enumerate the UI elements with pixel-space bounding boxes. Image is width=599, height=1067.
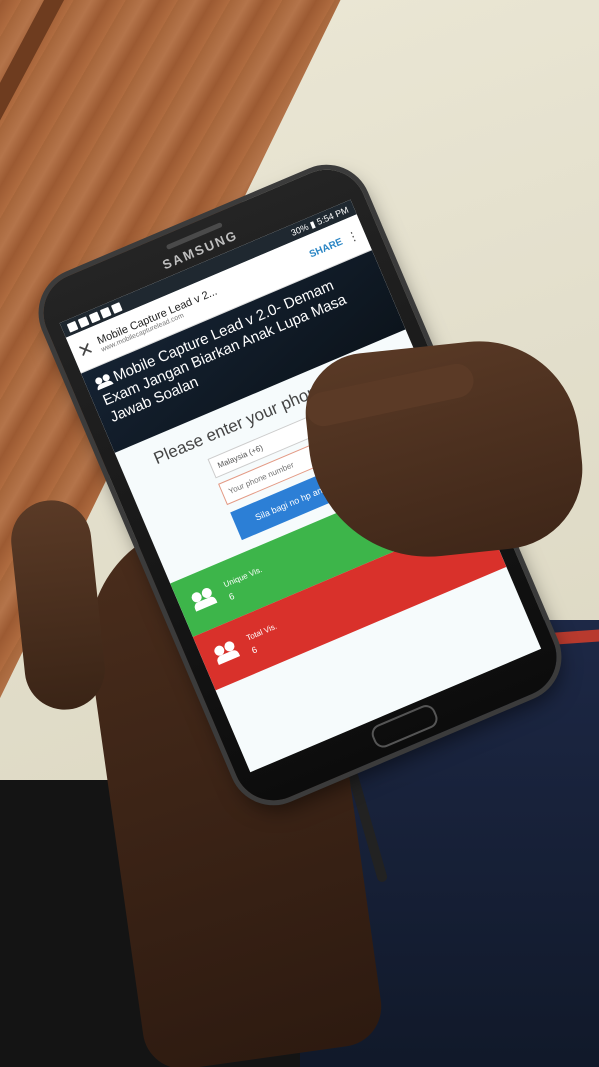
notification-icon [110, 301, 123, 314]
users-icon [213, 638, 245, 669]
notification-icon [77, 315, 90, 328]
users-icon [190, 584, 222, 615]
unique-visitors-text: Unique Vis. 6 [222, 565, 269, 602]
photo-scene: SAMSUNG 30% ▮ 5:54 PM ✕ Mobile Capture L… [0, 0, 599, 1067]
notification-icon [99, 306, 112, 319]
more-options-icon[interactable]: ⋮ [345, 228, 362, 246]
total-visitors-text: Total Vis. 6 [245, 621, 284, 655]
users-icon [94, 373, 113, 390]
notification-icon [88, 311, 101, 323]
notification-icon [66, 320, 79, 333]
share-button[interactable]: SHARE [308, 236, 345, 260]
